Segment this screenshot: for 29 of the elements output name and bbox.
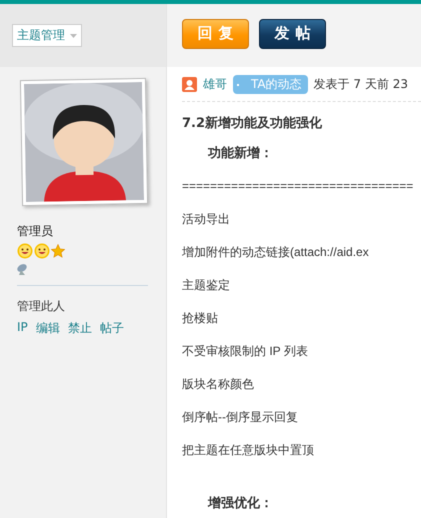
star-icon <box>51 244 65 258</box>
post-time: 发表于 7 天前 23 <box>314 76 408 93</box>
post-line: ================================= <box>182 179 414 193</box>
satellite-dish-icon <box>17 263 28 275</box>
smiley-icon <box>34 243 50 259</box>
post-line: 抢楼贴 <box>182 311 218 325</box>
manage-link[interactable]: 帖子 <box>100 320 124 337</box>
manage-link[interactable]: IP <box>17 320 28 337</box>
smiley-icon <box>17 243 33 259</box>
post-line: 活动导出 <box>182 212 230 226</box>
dropdown-label: 主题管理 <box>17 27 65 44</box>
user-icon <box>182 77 197 92</box>
dropdown[interactable]: 主题管理 <box>12 24 82 47</box>
post-line: 版块名称颜色 <box>182 377 254 391</box>
manage-link[interactable]: 禁止 <box>68 320 92 337</box>
post-line: 主题鉴定 <box>182 278 230 292</box>
post-line: 把主题在任意版块中置顶 <box>182 443 314 457</box>
manage-label: 管理此人 <box>17 298 66 315</box>
section-heading: 功能新增： <box>206 145 273 160</box>
user-role: 管理员 <box>17 223 54 240</box>
post-button[interactable]: 发帖 <box>259 18 326 48</box>
post-line: 不受审核限制的 IP 列表 <box>182 344 308 358</box>
post-title: 7.2新增功能及功能强化 <box>182 114 324 132</box>
post-line: 倒序帖--倒序显示回复 <box>182 410 298 424</box>
section-heading: 增强优化： <box>206 495 273 510</box>
post-line: 增加附件的动态链接(attach://aid.ex <box>182 245 369 259</box>
caret-icon <box>70 34 77 38</box>
author-link[interactable]: 雄哥 <box>203 76 227 93</box>
manage-link[interactable]: 编辑 <box>36 320 60 337</box>
